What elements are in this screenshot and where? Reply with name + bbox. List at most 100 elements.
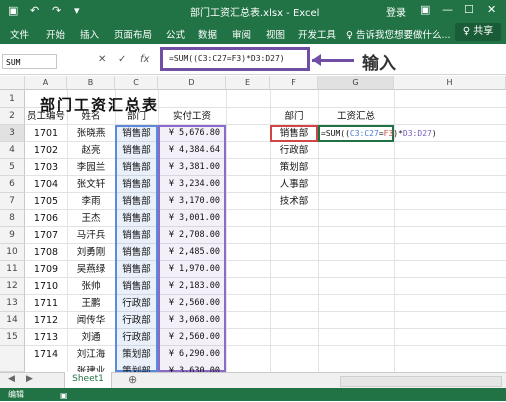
close-icon[interactable]: ✕	[487, 3, 496, 16]
cell-department[interactable]: 销售部	[115, 142, 158, 159]
cell-name[interactable]: 张帅	[67, 278, 115, 295]
cell-name[interactable]: 李园兰	[67, 159, 115, 176]
cell-net-pay[interactable]: ¥ 3,630.00	[158, 363, 226, 372]
header-name[interactable]: 姓名	[67, 108, 115, 125]
cell-name[interactable]: 王杰	[67, 210, 115, 227]
cell-department[interactable]: 销售部	[115, 210, 158, 227]
tab-file[interactable]: 文件	[10, 27, 29, 41]
tab-view[interactable]: 视图	[266, 27, 285, 41]
tell-me-search[interactable]: ♀ 告诉我您想要做什么...	[346, 27, 451, 41]
row-header-12[interactable]: 12	[0, 278, 25, 295]
add-sheet-icon[interactable]: ⊕	[128, 373, 137, 386]
login-link[interactable]: 登录	[386, 4, 406, 19]
horizontal-scrollbar[interactable]	[340, 376, 502, 387]
tab-insert[interactable]: 插入	[80, 27, 99, 41]
tab-review[interactable]: 审阅	[232, 27, 251, 41]
cell-name[interactable]: 张文轩	[67, 176, 115, 193]
scroll-sheets-right-icon[interactable]: ▶	[26, 374, 33, 384]
cell-department[interactable]: 行政部	[115, 329, 158, 346]
row-header-5[interactable]: 5	[0, 159, 25, 176]
header-department[interactable]: 部门	[115, 108, 158, 125]
row-header-6[interactable]: 6	[0, 176, 25, 193]
cancel-icon[interactable]: ✕	[98, 54, 106, 65]
column-header-e[interactable]: E	[226, 76, 270, 90]
cell-department[interactable]: 销售部	[115, 244, 158, 261]
cell-department[interactable]: 销售部	[115, 159, 158, 176]
enter-icon[interactable]: ✓	[118, 54, 126, 65]
cell-department[interactable]: 销售部	[115, 227, 158, 244]
cell-department[interactable]: 销售部	[115, 176, 158, 193]
header-employee-id[interactable]: 员工编号	[25, 108, 67, 125]
cell-department[interactable]: 销售部	[115, 125, 158, 142]
cell-employee-id[interactable]: 1709	[25, 261, 67, 278]
column-header-f[interactable]: F	[270, 76, 318, 90]
cell-employee-id[interactable]: 1714	[25, 346, 67, 363]
cell-name[interactable]: 张建业	[67, 363, 115, 372]
cell-department[interactable]: 策划部	[115, 363, 158, 372]
column-header-g[interactable]: G	[318, 76, 394, 90]
macro-record-icon[interactable]: ▣	[60, 389, 68, 402]
header-summary-department[interactable]: 部门	[270, 108, 318, 125]
row-header-2[interactable]: 2	[0, 108, 25, 125]
cell-net-pay[interactable]: ¥ 4,384.64	[158, 142, 226, 159]
column-header-a[interactable]: A	[25, 76, 67, 90]
cell-employee-id[interactable]: 1713	[25, 329, 67, 346]
cell-net-pay[interactable]: ¥ 3,381.00	[158, 159, 226, 176]
row-header-11[interactable]: 11	[0, 261, 25, 278]
row-header-7[interactable]: 7	[0, 193, 25, 210]
cell-department[interactable]: 销售部	[115, 261, 158, 278]
column-header-c[interactable]: C	[115, 76, 158, 90]
cell-net-pay[interactable]: ¥ 2,183.00	[158, 278, 226, 295]
column-header-b[interactable]: B	[67, 76, 115, 90]
cell-employee-id[interactable]: 1711	[25, 295, 67, 312]
undo-icon[interactable]: ↶	[30, 3, 39, 19]
cell-employee-id[interactable]: 1704	[25, 176, 67, 193]
cell-name[interactable]: 王鹏	[67, 295, 115, 312]
header-pay-summary[interactable]: 工资汇总	[318, 108, 394, 125]
ribbon-display-icon[interactable]: ▣	[420, 3, 430, 16]
cell-name[interactable]: 张晓燕	[67, 125, 115, 142]
cell-net-pay[interactable]: ¥ 5,676.80	[158, 125, 226, 142]
tab-formulas[interactable]: 公式	[166, 27, 185, 41]
row-header-10[interactable]: 10	[0, 244, 25, 261]
row-header-1[interactable]: 1	[0, 90, 25, 108]
header-net-pay[interactable]: 实付工资	[158, 108, 226, 125]
cell-net-pay[interactable]: ¥ 2,485.00	[158, 244, 226, 261]
cell-employee-id[interactable]	[25, 363, 67, 372]
cell-department[interactable]: 行政部	[115, 312, 158, 329]
save-icon[interactable]: ▣	[8, 3, 18, 19]
insert-function-icon[interactable]: fx	[140, 54, 149, 65]
cell-name[interactable]: 马汗兵	[67, 227, 115, 244]
cell-summary-department[interactable]: 技术部	[270, 193, 318, 210]
cell-net-pay[interactable]: ¥ 3,001.00	[158, 210, 226, 227]
minimize-icon[interactable]: —	[442, 3, 453, 16]
sheet-tab-sheet1[interactable]: Sheet1	[64, 372, 112, 389]
cell-summary-department[interactable]: 人事部	[270, 176, 318, 193]
tab-data[interactable]: 数据	[198, 27, 217, 41]
row-header-8[interactable]: 8	[0, 210, 25, 227]
column-header-d[interactable]: D	[158, 76, 226, 90]
row-header-13[interactable]: 13	[0, 295, 25, 312]
cell-employee-id[interactable]: 1707	[25, 227, 67, 244]
cell-department[interactable]: 策划部	[115, 346, 158, 363]
cell-name[interactable]: 闻传华	[67, 312, 115, 329]
customize-toolbar-icon[interactable]: ▾	[74, 3, 80, 19]
tab-developer[interactable]: 开发工具	[298, 27, 336, 41]
cell-summary-department[interactable]: 策划部	[270, 159, 318, 176]
cell-employee-id[interactable]: 1701	[25, 125, 67, 142]
cell-employee-id[interactable]: 1702	[25, 142, 67, 159]
cell-employee-id[interactable]: 1706	[25, 210, 67, 227]
cell-employee-id[interactable]: 1703	[25, 159, 67, 176]
cell-name[interactable]: 赵亮	[67, 142, 115, 159]
cell-name[interactable]: 吴燕绿	[67, 261, 115, 278]
cell-department[interactable]: 行政部	[115, 295, 158, 312]
tab-page-layout[interactable]: 页面布局	[114, 27, 152, 41]
cell-name[interactable]: 李雨	[67, 193, 115, 210]
cell-net-pay[interactable]: ¥ 3,170.00	[158, 193, 226, 210]
cell-employee-id[interactable]: 1712	[25, 312, 67, 329]
select-all-corner[interactable]	[0, 76, 25, 90]
row-header-9[interactable]: 9	[0, 227, 25, 244]
cell-name[interactable]: 刘通	[67, 329, 115, 346]
cell-name[interactable]: 刘勇刚	[67, 244, 115, 261]
column-header-h[interactable]: H	[394, 76, 506, 90]
